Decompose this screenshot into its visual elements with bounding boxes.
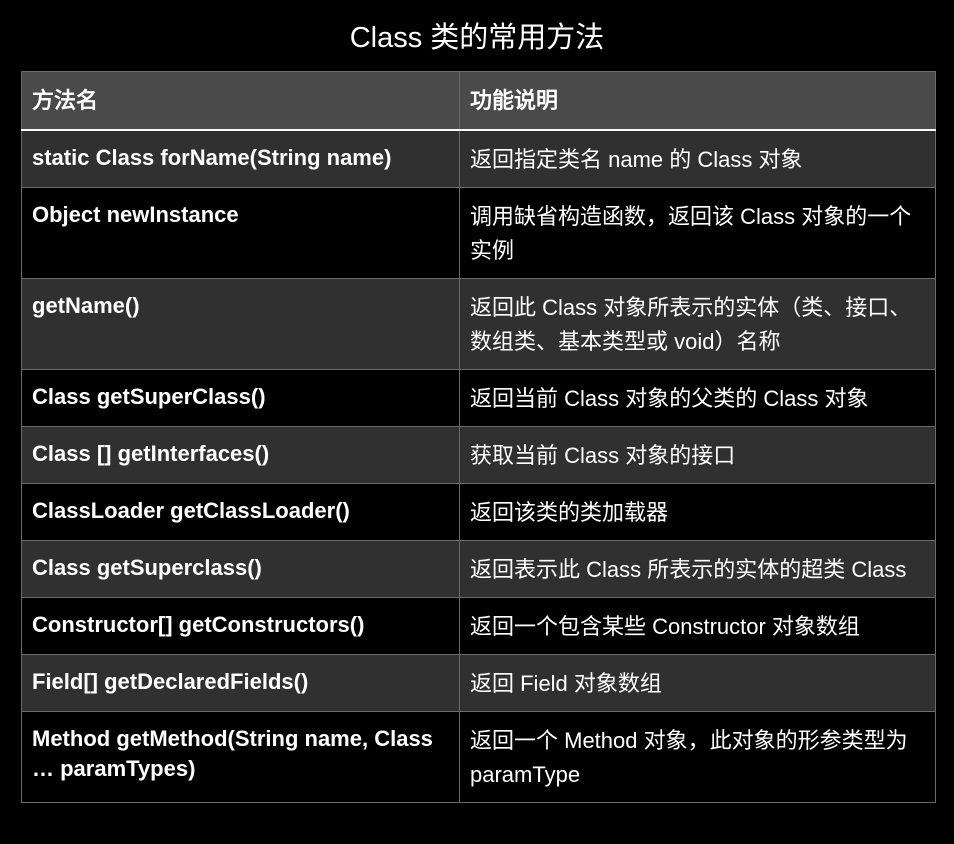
method-signature: ClassLoader getClassLoader()	[21, 483, 460, 541]
method-description: 返回指定类名 name 的 Class 对象	[459, 129, 936, 188]
method-description: 返回此 Class 对象所表示的实体（类、接口、数组类、基本类型或 void）名…	[459, 278, 936, 370]
table-row: Class getSuperClass() 返回当前 Class 对象的父类的 …	[21, 369, 936, 427]
method-description: 返回表示此 Class 所表示的实体的超类 Class	[459, 540, 936, 598]
method-description: 返回一个包含某些 Constructor 对象数组	[459, 597, 936, 655]
column-header-method: 方法名	[21, 71, 460, 131]
method-signature: Method getMethod(String name, Class … pa…	[21, 711, 460, 803]
table-header: 方法名 功能说明	[21, 71, 936, 131]
method-signature: Class getSuperclass()	[21, 540, 460, 598]
method-signature: Object newInstance	[21, 187, 460, 279]
method-signature: static Class forName(String name)	[21, 129, 460, 188]
table-row: Constructor[] getConstructors() 返回一个包含某些…	[21, 597, 936, 655]
methods-table: 方法名 功能说明 static Class forName(String nam…	[21, 71, 936, 803]
method-description: 返回一个 Method 对象，此对象的形参类型为 paramType	[459, 711, 936, 803]
method-signature: Field[] getDeclaredFields()	[21, 654, 460, 712]
table-row: Class getSuperclass() 返回表示此 Class 所表示的实体…	[21, 540, 936, 598]
table-row: Field[] getDeclaredFields() 返回 Field 对象数…	[21, 654, 936, 712]
method-signature: Constructor[] getConstructors()	[21, 597, 460, 655]
method-description: 获取当前 Class 对象的接口	[459, 426, 936, 484]
table-body: static Class forName(String name) 返回指定类名…	[21, 129, 936, 803]
method-signature: Class [] getInterfaces()	[21, 426, 460, 484]
table-row: Method getMethod(String name, Class … pa…	[21, 711, 936, 803]
method-description: 返回 Field 对象数组	[459, 654, 936, 712]
page-title: Class 类的常用方法	[349, 22, 605, 54]
table-row: static Class forName(String name) 返回指定类名…	[21, 129, 936, 188]
method-description: 调用缺省构造函数，返回该 Class 对象的一个实例	[459, 187, 936, 279]
table-row: Object newInstance 调用缺省构造函数，返回该 Class 对象…	[21, 187, 936, 279]
table-row: Class [] getInterfaces() 获取当前 Class 对象的接…	[21, 426, 936, 484]
method-description: 返回当前 Class 对象的父类的 Class 对象	[459, 369, 936, 427]
method-description: 返回该类的类加载器	[459, 483, 936, 541]
table-row: getName() 返回此 Class 对象所表示的实体（类、接口、数组类、基本…	[21, 278, 936, 370]
header-row: 方法名 功能说明	[21, 71, 936, 131]
method-signature: Class getSuperClass()	[21, 369, 460, 427]
table-row: ClassLoader getClassLoader() 返回该类的类加载器	[21, 483, 936, 541]
column-header-description: 功能说明	[459, 71, 936, 131]
method-signature: getName()	[21, 278, 460, 370]
